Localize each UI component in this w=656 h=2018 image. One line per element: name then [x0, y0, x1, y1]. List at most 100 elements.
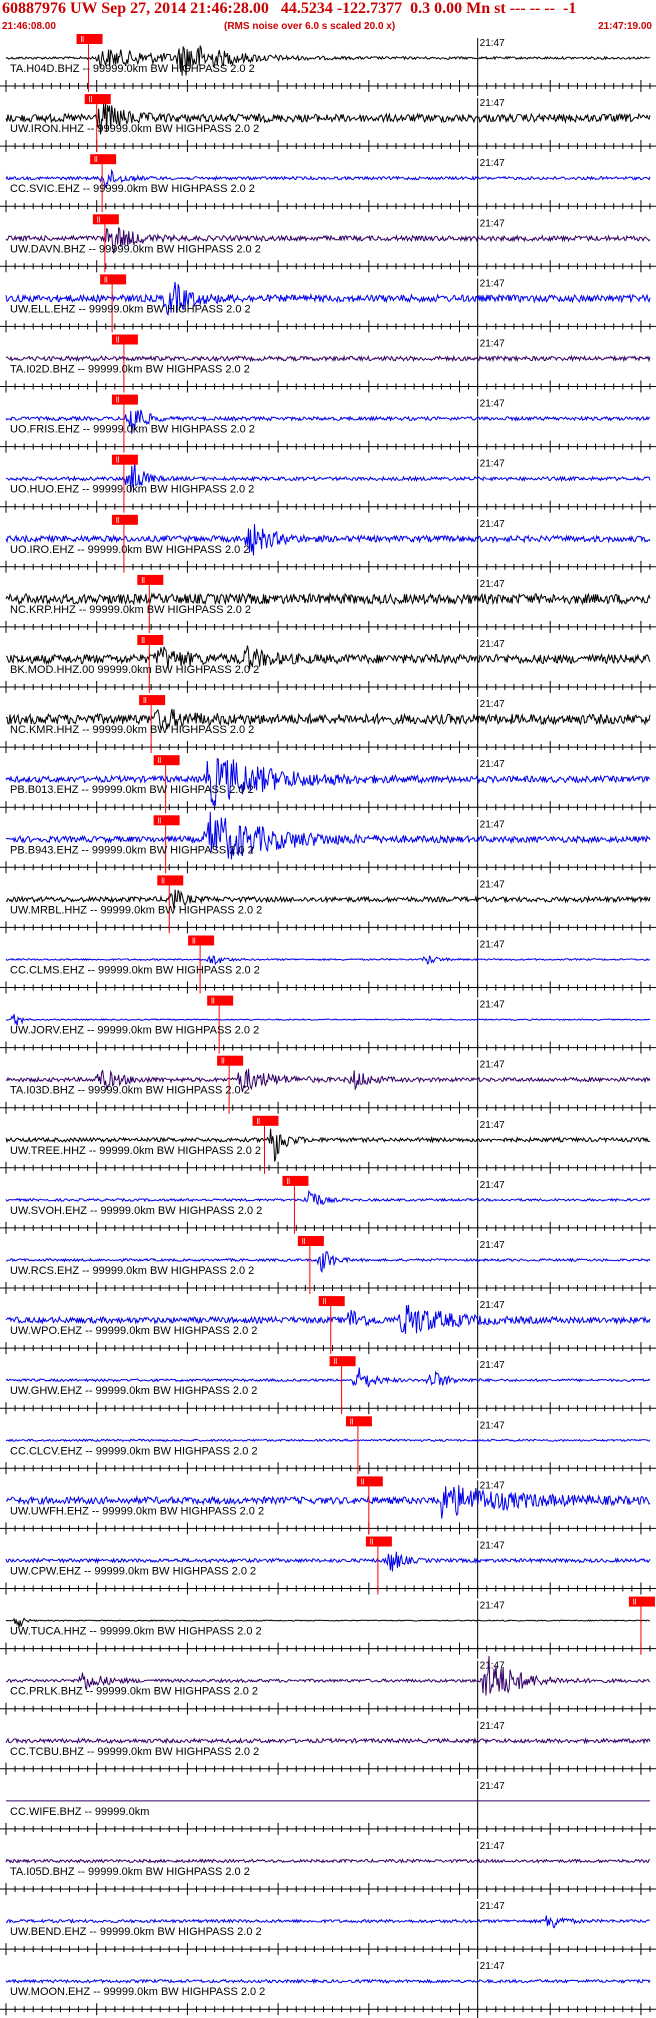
- station-label: CC.CLMS.EHZ -- 99999.0km BW HIGHPASS 2.0…: [10, 965, 260, 977]
- station-label: UW.BEND.EHZ -- 99999.0km BW HIGHPASS 2.0…: [10, 1926, 262, 1938]
- pick-label: ll: [361, 1477, 365, 1486]
- pick-label: ll: [141, 636, 145, 645]
- station-label: TA.I05D.BHZ -- 99999.0km BW HIGHPASS 2.0…: [10, 1866, 250, 1878]
- minute-label: 21:47: [480, 1781, 505, 1792]
- minute-label: 21:47: [480, 759, 505, 770]
- pick-label: ll: [158, 756, 162, 765]
- minute-label: 21:47: [480, 1120, 505, 1131]
- pick-label: ll: [81, 35, 85, 44]
- station-label: UO.HUO.EHZ -- 99999.0km BW HIGHPASS 2.0 …: [10, 484, 254, 496]
- minute-label: 21:47: [480, 1180, 505, 1191]
- station-label: CC.TCBU.BHZ -- 99999.0km BW HIGHPASS 2.0…: [10, 1746, 259, 1758]
- minute-label: 21:47: [480, 459, 505, 470]
- minute-label: 21:47: [480, 38, 505, 49]
- station-label: TA.I03D.BHZ -- 99999.0km BW HIGHPASS 2.0…: [10, 1085, 250, 1097]
- minute-label: 21:47: [480, 1060, 505, 1071]
- station-label: PB.B013.EHZ -- 99999.0km BW HIGHPASS 2.0…: [10, 784, 254, 796]
- seismogram-plot: 21:47 ll TA.H04D.BHZ -- 99999.0km BW HIGHP…: [0, 34, 656, 2018]
- minute-label: 21:47: [480, 278, 505, 289]
- waveform-trace: [5, 1858, 651, 1864]
- waveform-trace: [5, 1189, 651, 1206]
- pick-label: ll: [94, 155, 98, 164]
- pick-label: ll: [633, 1598, 637, 1607]
- station-label: CC.WIFE.BHZ -- 99999.0km: [10, 1806, 149, 1818]
- station-label: UW.GHW.EHZ -- 99999.0km BW HIGHPASS 2.0 …: [10, 1385, 257, 1397]
- waveform-trace: [5, 354, 651, 363]
- station-label: PB.B943.EHZ -- 99999.0km BW HIGHPASS 2.0…: [10, 844, 254, 856]
- pick-label: ll: [143, 696, 147, 705]
- waveform-trace: [5, 757, 651, 806]
- station-label: UW.DAVN.BHZ -- 99999.0km BW HIGHPASS 2.0…: [10, 243, 261, 255]
- minute-label: 21:47: [480, 1240, 505, 1251]
- minute-label: 21:47: [480, 1541, 505, 1552]
- minute-label: 21:47: [480, 1601, 505, 1612]
- station-label: UW.IRON.HHZ -- 99999.0km BW HIGHPASS 2.0…: [10, 123, 259, 135]
- minute-label: 21:47: [480, 1841, 505, 1852]
- pick-label: ll: [350, 1417, 354, 1426]
- station-label: UO.IRO.EHZ -- 99999.0km BW HIGHPASS 2.0 …: [10, 544, 249, 556]
- pick-label: ll: [116, 516, 120, 525]
- station-label: NC.KRP.HHZ -- 99999.0km BW HIGHPASS 2.0 …: [10, 604, 251, 616]
- pick-label: ll: [116, 456, 120, 465]
- minute-label: 21:47: [480, 1000, 505, 1011]
- station-label: NC.KMR.HHZ -- 99999.0km BW HIGHPASS 2.0 …: [10, 724, 254, 736]
- waveform-trace: [5, 1978, 651, 1985]
- pick-label: ll: [141, 576, 145, 585]
- station-label: TA.I02D.BHZ -- 99999.0km BW HIGHPASS 2.0…: [10, 364, 250, 376]
- minute-label: 21:47: [480, 1901, 505, 1912]
- pick-label: ll: [192, 937, 196, 946]
- station-label: UW.JORV.EHZ -- 99999.0km BW HIGHPASS 2.0…: [10, 1025, 259, 1037]
- minute-label: 21:47: [480, 98, 505, 109]
- pick-label: ll: [323, 1297, 327, 1306]
- station-label: UW.MOON.EHZ -- 99999.0km BW HIGHPASS 2.0…: [10, 1986, 265, 1998]
- station-label: CC.CLCV.EHZ -- 99999.0km BW HIGHPASS 2.0…: [10, 1445, 258, 1457]
- pick-label: ll: [211, 997, 215, 1006]
- station-label: UW.TUCA.HHZ -- 99999.0km BW HIGHPASS 2.0…: [10, 1626, 262, 1638]
- minute-label: 21:47: [480, 699, 505, 710]
- minute-label: 21:47: [480, 940, 505, 951]
- station-label: UW.RCS.EHZ -- 99999.0km BW HIGHPASS 2.0 …: [10, 1265, 254, 1277]
- waveform-trace: [5, 1367, 651, 1388]
- pick-label: ll: [104, 275, 108, 284]
- station-label: UW.SVOH.EHZ -- 99999.0km BW HIGHPASS 2.0…: [10, 1205, 262, 1217]
- pick-label: ll: [161, 876, 165, 885]
- minute-label: 21:47: [480, 1961, 505, 1972]
- minute-label: 21:47: [480, 1420, 505, 1431]
- station-label: UW.CPW.EHZ -- 99999.0km BW HIGHPASS 2.0 …: [10, 1566, 256, 1578]
- minute-label: 21:47: [480, 1360, 505, 1371]
- station-label: UO.FRIS.EHZ -- 99999.0km BW HIGHPASS 2.0…: [10, 424, 255, 436]
- minute-label: 21:47: [480, 819, 505, 830]
- minute-label: 21:47: [480, 339, 505, 350]
- pick-label: ll: [158, 816, 162, 825]
- waveform-trace: [5, 1438, 651, 1443]
- station-label: CC.SVIC.EHZ -- 99999.0km BW HIGHPASS 2.0…: [10, 183, 255, 195]
- station-label: UW.WPO.EHZ -- 99999.0km BW HIGHPASS 2.0 …: [10, 1325, 257, 1337]
- pick-label: ll: [370, 1538, 374, 1547]
- pick-label: ll: [97, 215, 101, 224]
- pick-label: ll: [334, 1357, 338, 1366]
- station-label: BK.MOD.HHZ.00 99999.0km BW HIGHPASS 2.0 …: [10, 664, 259, 676]
- station-label: UW.MRBL.HHZ -- 99999.0km BW HIGHPASS 2.0…: [10, 904, 262, 916]
- minute-label: 21:47: [480, 879, 505, 890]
- station-label: TA.H04D.BHZ -- 99999.0km BW HIGHPASS 2.0…: [10, 63, 255, 75]
- pick-label: ll: [221, 1057, 225, 1066]
- minute-label: 21:47: [480, 158, 505, 169]
- pick-label: ll: [257, 1117, 261, 1126]
- pick-label: ll: [286, 1177, 290, 1186]
- waveform-trace: [5, 955, 651, 966]
- station-label: UW.TREE.HHZ -- 99999.0km BW HIGHPASS 2.0…: [10, 1145, 261, 1157]
- station-label: UW.UWFH.EHZ -- 99999.0km BW HIGHPASS 2.0…: [10, 1505, 264, 1517]
- waveform-trace: [5, 592, 651, 606]
- pick-label: ll: [89, 95, 93, 104]
- minute-label: 21:47: [480, 1721, 505, 1732]
- pick-label: ll: [116, 396, 120, 405]
- waveform-trace: [5, 1736, 651, 1745]
- minute-label: 21:47: [480, 1480, 505, 1491]
- minute-label: 21:47: [480, 639, 505, 650]
- station-label: CC.PRLK.BHZ -- 99999.0km BW HIGHPASS 2.0…: [10, 1686, 258, 1698]
- pick-label: ll: [116, 336, 120, 345]
- pick-label: ll: [302, 1237, 306, 1246]
- minute-label: 21:47: [480, 519, 505, 530]
- minute-label: 21:47: [480, 218, 505, 229]
- station-label: UW.ELL.EHZ -- 99999.0km BW HIGHPASS 2.0 …: [10, 303, 251, 315]
